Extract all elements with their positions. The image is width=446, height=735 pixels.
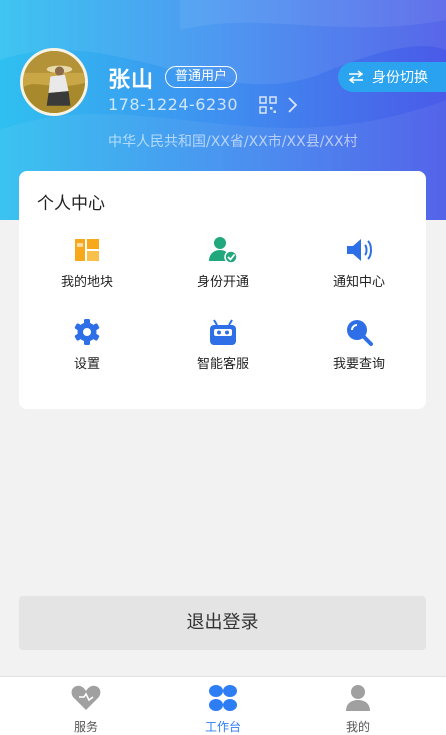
grid-item-label: 设置 [73,357,100,372]
tab-label: 工作台 [204,720,241,734]
chevron-right-icon[interactable] [286,96,298,114]
bottom-tab-bar: 服务 工作台 我的 [0,676,446,735]
user-verify-icon [209,237,238,264]
tab-mine[interactable]: 我的 [318,683,398,735]
user-address: 中华人民共和国/XX省/XX市/XX县/XX村 [108,134,358,150]
identity-switch-button[interactable]: 身份切换 [338,62,446,92]
qr-code-icon[interactable] [259,96,277,114]
user-type-badge: 普通用户 [165,66,238,88]
user-name: 张山 [108,68,155,93]
grid-item-my-land[interactable]: 我的地块 [27,235,147,295]
grid-item-smart-service[interactable]: 智能客服 [163,317,283,377]
user-phone: 178-1224-6230 [108,95,239,114]
grid-item-label: 通知中心 [332,275,385,290]
grid-item-query[interactable]: 我要查询 [299,317,419,377]
avatar-photo [23,51,85,113]
heart-icon [71,685,101,710]
grid-item-settings[interactable]: 设置 [27,317,147,377]
grid-item-label: 身份开通 [196,275,249,290]
robot-icon [210,319,236,345]
grid-item-label: 智能客服 [196,357,249,372]
tab-label: 我的 [345,720,370,734]
tab-workbench[interactable]: 工作台 [183,683,263,735]
personal-center-card: 个人中心 我的地块 身份开通 通知中心 设置 智能客服 我要查询 [19,171,426,409]
switch-arrows-icon [348,70,364,84]
workbench-icon [209,685,237,711]
search-icon [347,320,373,346]
speaker-icon [347,239,372,261]
grid-item-label: 我要查询 [332,357,385,372]
gear-icon [74,319,100,345]
grid-item-identity-activation[interactable]: 身份开通 [163,235,283,295]
land-icon [75,239,99,261]
tab-label: 服务 [73,720,98,734]
tab-services[interactable]: 服务 [46,683,126,735]
grid-item-notification-center[interactable]: 通知中心 [299,235,419,295]
identity-switch-label: 身份切换 [372,70,428,86]
person-icon [346,685,370,711]
logout-button[interactable]: 退出登录 [19,596,426,650]
card-title: 个人中心 [37,194,105,214]
avatar[interactable] [20,48,88,116]
grid-item-label: 我的地块 [60,275,113,290]
